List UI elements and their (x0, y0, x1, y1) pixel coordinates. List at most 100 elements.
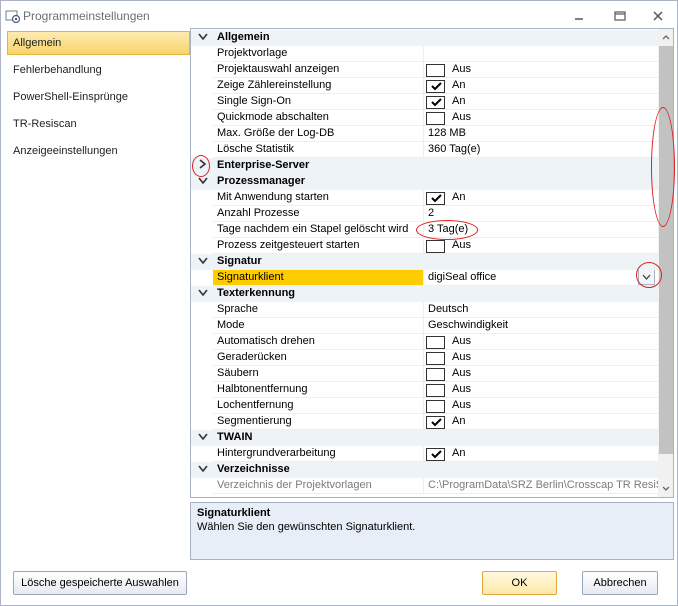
property-row[interactable]: Projektauswahl anzeigen Aus (191, 62, 658, 78)
property-value[interactable]: 128 MB (423, 126, 658, 142)
value-text: Geschwindigkeit (428, 319, 509, 331)
checkbox[interactable] (426, 64, 445, 77)
property-value[interactable]: 360 Tag(e) (423, 142, 658, 158)
row-gutter (191, 398, 213, 414)
sidebar-item-powershell[interactable]: PowerShell-Einsprünge (7, 85, 190, 109)
property-value[interactable]: digiSeal office (423, 270, 658, 286)
category-row[interactable]: Verzeichnisse (191, 462, 658, 478)
property-value[interactable]: Geschwindigkeit (423, 318, 658, 334)
category-row[interactable]: Texterkennung (191, 286, 658, 302)
sidebar-item-allgemein[interactable]: Allgemein (7, 31, 190, 55)
property-name: Lochentfernung (213, 398, 423, 414)
property-row[interactable]: Automatisch drehen Aus (191, 334, 658, 350)
property-value[interactable] (423, 46, 658, 62)
property-value[interactable]: Deutsch (423, 302, 658, 318)
row-gutter (191, 302, 213, 318)
sidebar-item-fehlerbehandlung[interactable]: Fehlerbehandlung (7, 58, 190, 82)
category-row[interactable]: Allgemein (191, 30, 658, 46)
checkbox[interactable] (426, 336, 445, 349)
checkbox[interactable] (426, 240, 445, 253)
property-value[interactable]: 2 (423, 206, 658, 222)
scrollbar-thumb[interactable] (659, 46, 673, 454)
chevron-down-icon[interactable] (196, 255, 210, 269)
property-row[interactable]: Sprache Deutsch (191, 302, 658, 318)
property-row[interactable]: Signaturklient digiSeal office (191, 270, 658, 286)
property-row[interactable]: Lösche Statistik 360 Tag(e) (191, 142, 658, 158)
chevron-down-icon[interactable] (196, 287, 210, 301)
property-row[interactable]: Max. Größe der Log-DB 128 MB (191, 126, 658, 142)
minimize-icon[interactable] (564, 5, 594, 27)
property-row[interactable]: Halbtonentfernung Aus (191, 382, 658, 398)
checkbox[interactable] (426, 192, 445, 205)
property-row[interactable]: Single Sign-On An (191, 94, 658, 110)
maximize-icon[interactable] (605, 5, 635, 27)
checkbox-state-label: An (452, 415, 466, 427)
property-row[interactable]: Tage nachdem ein Stapel gelöscht wird 3 T… (191, 222, 658, 238)
row-gutter (191, 478, 213, 494)
close-icon[interactable] (643, 5, 673, 27)
ok-button[interactable]: OK (482, 571, 557, 595)
row-gutter (191, 46, 213, 62)
value-text: 2 (428, 207, 435, 219)
property-row[interactable]: Zeige Zählereinstellung An (191, 78, 658, 94)
cancel-button[interactable]: Abbrechen (582, 571, 658, 595)
property-row[interactable]: Lochentfernung Aus (191, 398, 658, 414)
chevron-down-icon[interactable] (196, 31, 210, 45)
property-row[interactable]: Geraderücken Aus (191, 350, 658, 366)
property-row[interactable]: Mode Geschwindigkeit (191, 318, 658, 334)
property-name: Segmentierung (213, 414, 423, 430)
property-row[interactable]: Hintergrundverarbeitung An (191, 446, 658, 462)
scroll-down-icon[interactable] (658, 481, 673, 497)
chevron-down-icon[interactable] (196, 175, 210, 189)
row-gutter (191, 334, 213, 350)
property-value[interactable]: 3 Tag(e) (423, 222, 658, 238)
property-name: Single Sign-On (213, 94, 423, 110)
category-label: Signatur (217, 255, 262, 267)
sidebar-item-anzeigeeinstellungen[interactable]: Anzeigeeinstellungen (7, 139, 190, 163)
row-gutter (191, 78, 213, 94)
property-row[interactable]: Mit Anwendung starten An (191, 190, 658, 206)
category-row[interactable]: TWAIN (191, 430, 658, 446)
checkbox[interactable] (426, 448, 445, 461)
chevron-right-icon[interactable] (196, 159, 210, 173)
checkbox[interactable] (426, 112, 445, 125)
checkbox-state-label: An (452, 95, 466, 107)
row-gutter (191, 190, 213, 206)
chevron-down-icon[interactable] (196, 463, 210, 477)
category-row[interactable]: Signatur (191, 254, 658, 270)
property-name: Mode (213, 318, 423, 334)
category-row[interactable]: Prozessmanager (191, 174, 658, 190)
checkbox[interactable] (426, 96, 445, 109)
checkbox[interactable] (426, 400, 445, 413)
property-row[interactable]: Anzahl Prozesse 2 (191, 206, 658, 222)
property-value: An (423, 190, 658, 206)
help-description: Wählen Sie den gewünschten Signaturklien… (197, 521, 416, 533)
vertical-scrollbar[interactable] (658, 29, 673, 497)
category-row[interactable]: Enterprise-Server (191, 158, 658, 174)
checkbox[interactable] (426, 352, 445, 365)
property-row[interactable]: Projektvorlage (191, 46, 658, 62)
clear-selections-button[interactable]: Lösche gespeicherte Auswahlen (13, 571, 187, 595)
checkbox[interactable] (426, 416, 445, 429)
sidebar-item-tr-resiscan[interactable]: TR-Resiscan (7, 112, 190, 136)
row-gutter (191, 350, 213, 366)
property-row[interactable]: Säubern Aus (191, 366, 658, 382)
chevron-down-icon[interactable] (638, 270, 655, 285)
window-title: Programmeinstellungen (23, 9, 150, 23)
property-value: Aus (423, 398, 658, 414)
property-value: An (423, 94, 658, 110)
property-value[interactable]: C:\ProgramData\SRZ Berlin\Crosscap TR Re… (423, 478, 658, 494)
checkbox[interactable] (426, 384, 445, 397)
checkmark-icon (431, 98, 442, 107)
sidebar-item-label: Allgemein (13, 37, 62, 49)
scroll-up-icon[interactable] (658, 29, 673, 45)
property-row[interactable]: Quickmode abschalten Aus (191, 110, 658, 126)
property-row[interactable]: Segmentierung An (191, 414, 658, 430)
checkbox[interactable] (426, 368, 445, 381)
property-row[interactable]: Prozess zeitgesteuert starten Aus (191, 238, 658, 254)
checkbox[interactable] (426, 80, 445, 93)
property-value: An (423, 414, 658, 430)
property-name: Signaturklient (213, 270, 423, 286)
property-row[interactable]: Verzeichnis der Projektvorlagen C:\Progra… (191, 478, 658, 494)
chevron-down-icon[interactable] (196, 431, 210, 445)
